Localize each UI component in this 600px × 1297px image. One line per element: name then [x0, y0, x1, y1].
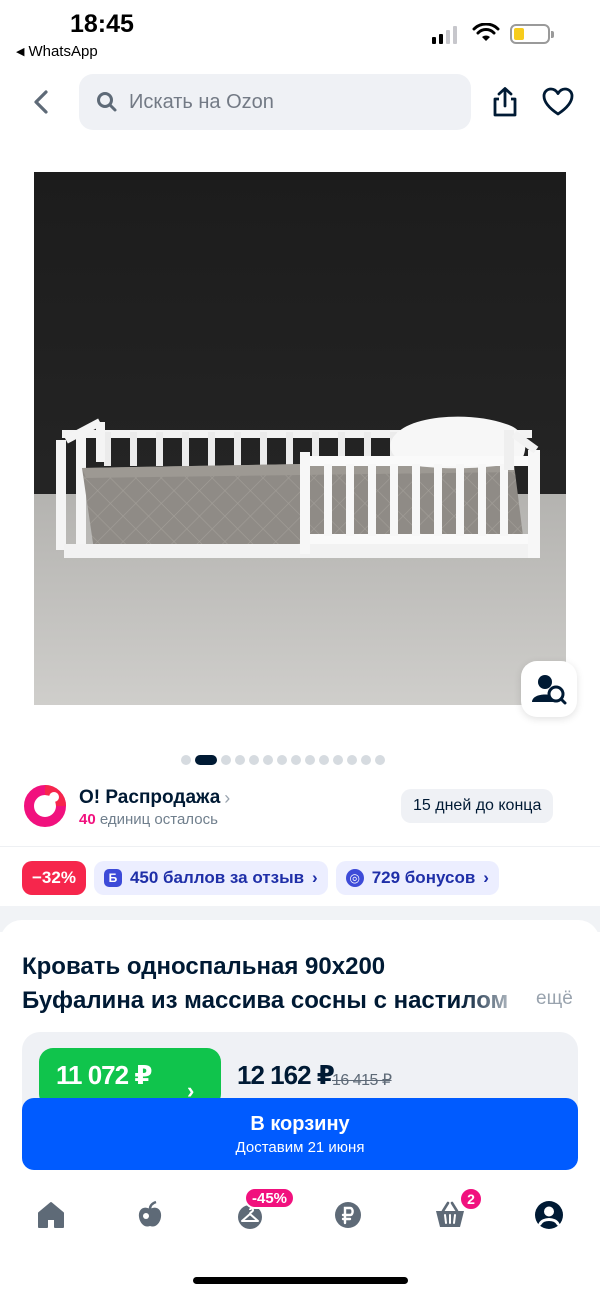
gallery-dot[interactable]	[181, 755, 191, 765]
gallery-dot[interactable]	[347, 755, 357, 765]
apple-icon	[138, 1200, 162, 1227]
add-to-cart-button[interactable]: В корзину Доставим 21 июня	[22, 1098, 578, 1170]
heart-icon	[542, 87, 574, 116]
back-to-app-link[interactable]: ◀ WhatsApp	[16, 43, 98, 60]
home-indicator[interactable]	[193, 1277, 408, 1284]
cart-count-badge: 2	[459, 1187, 483, 1211]
sale-title-text: О! Распродажа	[79, 787, 221, 808]
bonus-chip[interactable]: ◎ 729 бонусов ›	[335, 861, 499, 895]
gallery-pagination	[181, 755, 385, 765]
search-bar[interactable]: Искать на Ozon	[79, 74, 471, 130]
points-icon: Б	[103, 869, 122, 887]
ruble-icon	[335, 1202, 361, 1228]
share-icon	[493, 87, 517, 117]
search-placeholder: Искать на Ozon	[129, 90, 274, 113]
gallery-dot[interactable]	[249, 755, 259, 765]
bottom-tab-bar	[0, 1185, 600, 1245]
favorite-button[interactable]	[540, 84, 576, 120]
old-price: 16 415 ₽	[332, 1072, 392, 1089]
gallery-dot[interactable]	[375, 755, 385, 765]
sale-tab-badge: -45%	[244, 1187, 296, 1209]
tab-finance[interactable]	[328, 1195, 368, 1235]
back-chevron-icon	[34, 90, 48, 114]
battery-icon	[510, 24, 554, 44]
profile-icon	[535, 1201, 563, 1229]
promo-chips: −32% Б 450 баллов за отзыв › ◎ 729 бонус…	[22, 861, 499, 895]
gallery-dot[interactable]	[277, 755, 287, 765]
sale-logo-icon	[24, 785, 66, 827]
sale-banner[interactable]: О! Распродажа › 40 единиц осталось 15 дн…	[0, 783, 600, 833]
delivery-date: Доставим 21 июня	[235, 1138, 365, 1156]
back-triangle-icon: ◀	[16, 46, 25, 58]
status-bar: 18:45 ◀ WhatsApp	[0, 0, 600, 66]
search-icon	[97, 92, 117, 112]
product-title-line1: Кровать односпальная 90х200	[22, 953, 386, 980]
chevron-right-icon: ›	[483, 868, 489, 887]
top-header: Искать на Ozon	[0, 72, 600, 132]
clock: 18:45	[70, 10, 134, 38]
regular-price: 12 162 ₽	[237, 1060, 335, 1090]
gallery-dot[interactable]	[263, 755, 273, 765]
share-button[interactable]	[488, 84, 522, 120]
tab-profile[interactable]	[529, 1195, 569, 1235]
gallery-dot[interactable]	[361, 755, 371, 765]
photo-search-icon	[532, 675, 567, 705]
ozon-card-price: 11 072 ₽	[56, 1060, 152, 1090]
bed-photo	[34, 172, 566, 705]
gallery-dot[interactable]	[333, 755, 343, 765]
product-info-card: Кровать односпальная 90х200 Буфалина из …	[0, 920, 600, 1112]
gallery-dot[interactable]	[221, 755, 231, 765]
tab-home[interactable]	[31, 1195, 71, 1235]
sale-title: О! Распродажа ›	[79, 787, 230, 809]
units-text: единиц осталось	[99, 811, 218, 828]
review-points-label: 450 баллов за отзыв	[129, 868, 305, 887]
chevron-right-icon: ›	[312, 868, 318, 887]
gallery-dot[interactable]	[235, 755, 245, 765]
days-left-badge: 15 дней до конца	[401, 789, 554, 823]
bonus-label: 729 бонусов	[371, 868, 476, 887]
gallery-dot[interactable]	[319, 755, 329, 765]
sale-subtitle: 40 единиц осталось	[79, 811, 218, 828]
back-button[interactable]	[26, 86, 56, 118]
image-search-button[interactable]	[521, 661, 577, 717]
units-count: 40	[79, 811, 96, 828]
title-more-link[interactable]: ещё	[536, 988, 573, 1010]
add-to-cart-label: В корзину	[250, 1112, 350, 1135]
chevron-right-icon: ›	[224, 787, 231, 808]
cellular-signal-icon	[432, 26, 457, 44]
back-app-label: WhatsApp	[28, 43, 98, 60]
gallery-dot-active[interactable]	[195, 755, 217, 765]
discount-badge: −32%	[22, 861, 86, 895]
home-icon	[38, 1202, 64, 1228]
tab-fresh[interactable]	[130, 1195, 170, 1235]
wifi-icon	[472, 23, 500, 41]
gallery-dot[interactable]	[305, 755, 315, 765]
product-title-line2: Буфалина из массива сосны с настилом	[22, 987, 509, 1014]
gallery-dot[interactable]	[291, 755, 301, 765]
product-image[interactable]	[34, 172, 566, 705]
review-points-chip[interactable]: Б 450 баллов за отзыв ›	[93, 861, 328, 895]
bonus-icon: ◎	[345, 869, 364, 887]
